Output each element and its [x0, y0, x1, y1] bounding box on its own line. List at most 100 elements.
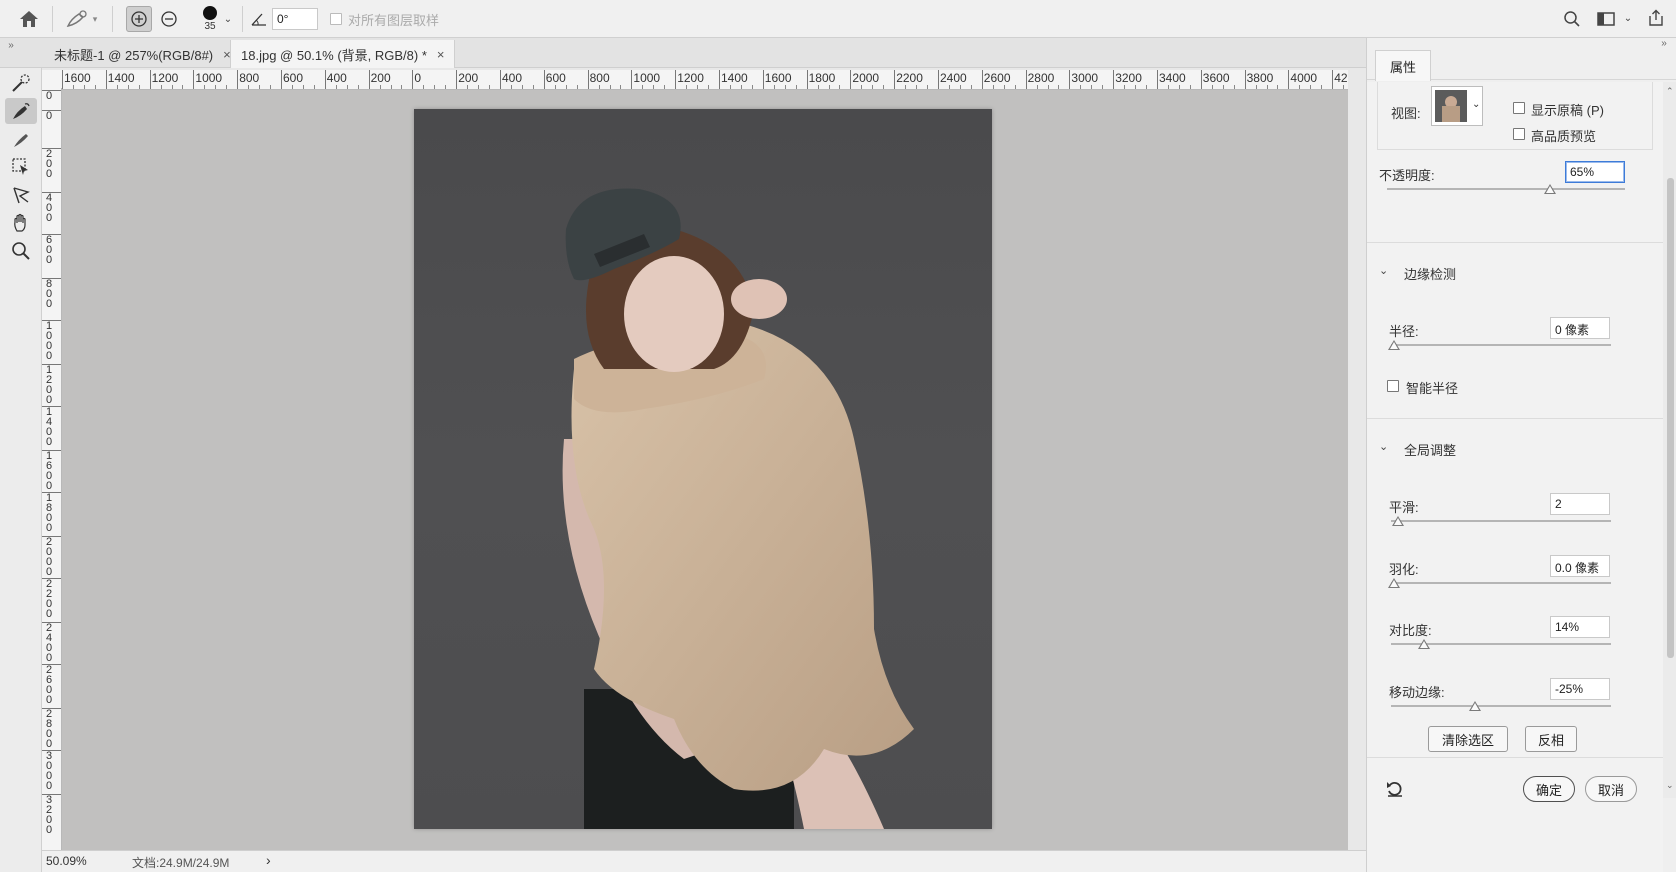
- shift-edge-slider-thumb[interactable]: [1469, 701, 1481, 711]
- ruler-label: 3000: [1071, 71, 1099, 85]
- show-original-label: 显示原稿 (P): [1531, 103, 1604, 118]
- chevron-down-icon[interactable]: ⌄: [1622, 11, 1634, 25]
- lasso-tool-icon[interactable]: [5, 182, 37, 208]
- clear-selection-button[interactable]: 清除选区: [1428, 726, 1508, 752]
- tools-panel: [0, 68, 42, 872]
- status-bar: 50.09% 文档:24.9M/24.9M ›: [42, 850, 1366, 872]
- chevron-down-icon[interactable]: ⌄: [1379, 264, 1388, 277]
- ruler-tick: [500, 70, 501, 89]
- ruler-tick: [543, 70, 545, 89]
- chevron-down-icon[interactable]: ⌄: [222, 12, 234, 26]
- vertical-ruler: 0 0 200 400 600 800 1000 1200 1400 1600 1800 2000 22…: [42, 88, 62, 850]
- tab-untitled-1[interactable]: 未标题-1 @ 257%(RGB/8#) ×: [44, 40, 241, 68]
- shift-edge-input[interactable]: -25%: [1550, 678, 1610, 700]
- tab-18-jpg[interactable]: 18.jpg @ 50.1% (背景, RGB/8) * ×: [230, 40, 456, 68]
- ruler-label: 0: [45, 110, 53, 122]
- ruler-label: 1400: [721, 71, 748, 85]
- smooth-label: 平滑:: [1389, 500, 1419, 515]
- add-to-selection-icon[interactable]: [126, 6, 152, 32]
- feather-slider-track[interactable]: [1391, 582, 1611, 584]
- hand-tool-icon[interactable]: [5, 210, 37, 236]
- shift-edge-label: 移动边缘:: [1389, 685, 1445, 700]
- hand-shape: [731, 279, 787, 319]
- ruler-label: 2800: [45, 708, 53, 750]
- properties-dock: » 属性 视图: ⌄ 显示原稿 (P) 高品质预览 不透明度: 65% ⌄ 边缘…: [1366, 38, 1676, 872]
- global-refine-title[interactable]: 全局调整: [1404, 440, 1456, 459]
- ruler-tick: [806, 70, 808, 89]
- home-icon[interactable]: [16, 8, 42, 30]
- ruler-label: 3400: [1159, 71, 1186, 85]
- collapse-arrows-icon[interactable]: »: [4, 38, 18, 52]
- ruler-label: 0: [45, 90, 53, 102]
- edge-detection-title[interactable]: 边缘检测: [1404, 264, 1456, 283]
- show-original-checkbox[interactable]: [1513, 102, 1525, 114]
- view-mode-dropdown[interactable]: ⌄: [1431, 86, 1483, 126]
- opacity-slider-track[interactable]: [1387, 188, 1625, 190]
- ruler-label: 0: [414, 71, 422, 85]
- zoom-level[interactable]: 50.09%: [46, 854, 87, 868]
- scrollbar-thumb[interactable]: [1667, 178, 1674, 658]
- ruler-label: 2600: [45, 664, 53, 706]
- ruler-label: 600: [45, 234, 53, 266]
- refine-edge-brush-icon[interactable]: [5, 98, 37, 124]
- smooth-slider-thumb[interactable]: [1392, 516, 1404, 526]
- radius-slider-thumb[interactable]: [1388, 340, 1400, 350]
- feather-input[interactable]: 0.0 像素: [1550, 555, 1610, 577]
- invert-button[interactable]: 反相: [1525, 726, 1577, 752]
- brush-size-value: 35: [204, 21, 216, 32]
- ruler-tick: [368, 70, 370, 89]
- ok-button[interactable]: 确定: [1523, 776, 1575, 802]
- options-bar: ▾ 35 ⌄ 0° 对所有图层取样 ⌄: [0, 0, 1676, 38]
- ruler-label: 1000: [633, 71, 661, 85]
- object-selection-tool-icon[interactable]: [5, 154, 37, 180]
- smart-radius-checkbox[interactable]: [1387, 380, 1399, 392]
- panel-scrollbar[interactable]: ⌃ ⌄: [1663, 82, 1676, 798]
- ruler-label: 1600: [764, 71, 792, 85]
- subtract-from-selection-icon[interactable]: [156, 6, 182, 32]
- shift-edge-slider-track[interactable]: [1391, 705, 1611, 707]
- chevron-down-icon[interactable]: ⌄: [1666, 780, 1674, 791]
- ruler-label: 42: [1334, 71, 1348, 85]
- sample-all-layers-checkbox[interactable]: [330, 13, 342, 25]
- chevron-up-icon[interactable]: ⌃: [1666, 86, 1674, 97]
- radius-slider-track[interactable]: [1391, 344, 1611, 346]
- feather-slider-thumb[interactable]: [1388, 578, 1400, 588]
- opacity-slider-thumb[interactable]: [1544, 184, 1556, 194]
- chevron-down-icon[interactable]: ⌄: [1379, 440, 1388, 453]
- contrast-label: 对比度:: [1389, 623, 1432, 638]
- tool-preset-brush-icon[interactable]: ▾: [60, 7, 102, 31]
- close-icon[interactable]: ×: [437, 47, 445, 62]
- ruler-label: 1200: [45, 364, 53, 406]
- angle-input[interactable]: 0°: [272, 8, 318, 30]
- ruler-label: 1200: [677, 71, 704, 85]
- cancel-button[interactable]: 取消: [1585, 776, 1637, 802]
- ruler-label: 4000: [1290, 71, 1318, 85]
- smooth-slider-track[interactable]: [1391, 520, 1611, 522]
- high-quality-preview-checkbox[interactable]: [1513, 128, 1525, 140]
- search-icon[interactable]: [1560, 8, 1584, 30]
- contrast-input[interactable]: 14%: [1550, 616, 1610, 638]
- canvas-area[interactable]: [62, 90, 1348, 850]
- smart-radius-label: 智能半径: [1406, 381, 1459, 396]
- document-size: 文档:24.9M/24.9M: [132, 856, 230, 870]
- quick-selection-tool-icon[interactable]: [5, 70, 37, 96]
- ruler-label: 400: [326, 71, 347, 85]
- workspace-icon[interactable]: [1594, 8, 1618, 30]
- share-icon[interactable]: [1644, 6, 1668, 30]
- opacity-input[interactable]: 65%: [1565, 161, 1625, 183]
- reset-icon[interactable]: [1383, 778, 1407, 800]
- ruler-label: 3200: [45, 794, 53, 836]
- zoom-tool-icon[interactable]: [5, 238, 37, 264]
- angle-icon: [250, 10, 268, 28]
- face-shape: [624, 256, 724, 372]
- ruler-tick: [281, 70, 282, 89]
- tab-properties[interactable]: 属性: [1375, 50, 1432, 81]
- ruler-label: 2400: [45, 622, 53, 664]
- radius-input[interactable]: 0 像素: [1550, 317, 1610, 339]
- brush-tool-icon[interactable]: [5, 126, 37, 152]
- sample-all-layers-label: 对所有图层取样: [348, 13, 440, 28]
- smooth-input[interactable]: 2: [1550, 493, 1610, 515]
- contrast-slider-thumb[interactable]: [1418, 639, 1430, 649]
- status-menu-arrow[interactable]: ›: [266, 852, 271, 868]
- panel-header: 属性: [1367, 46, 1676, 81]
